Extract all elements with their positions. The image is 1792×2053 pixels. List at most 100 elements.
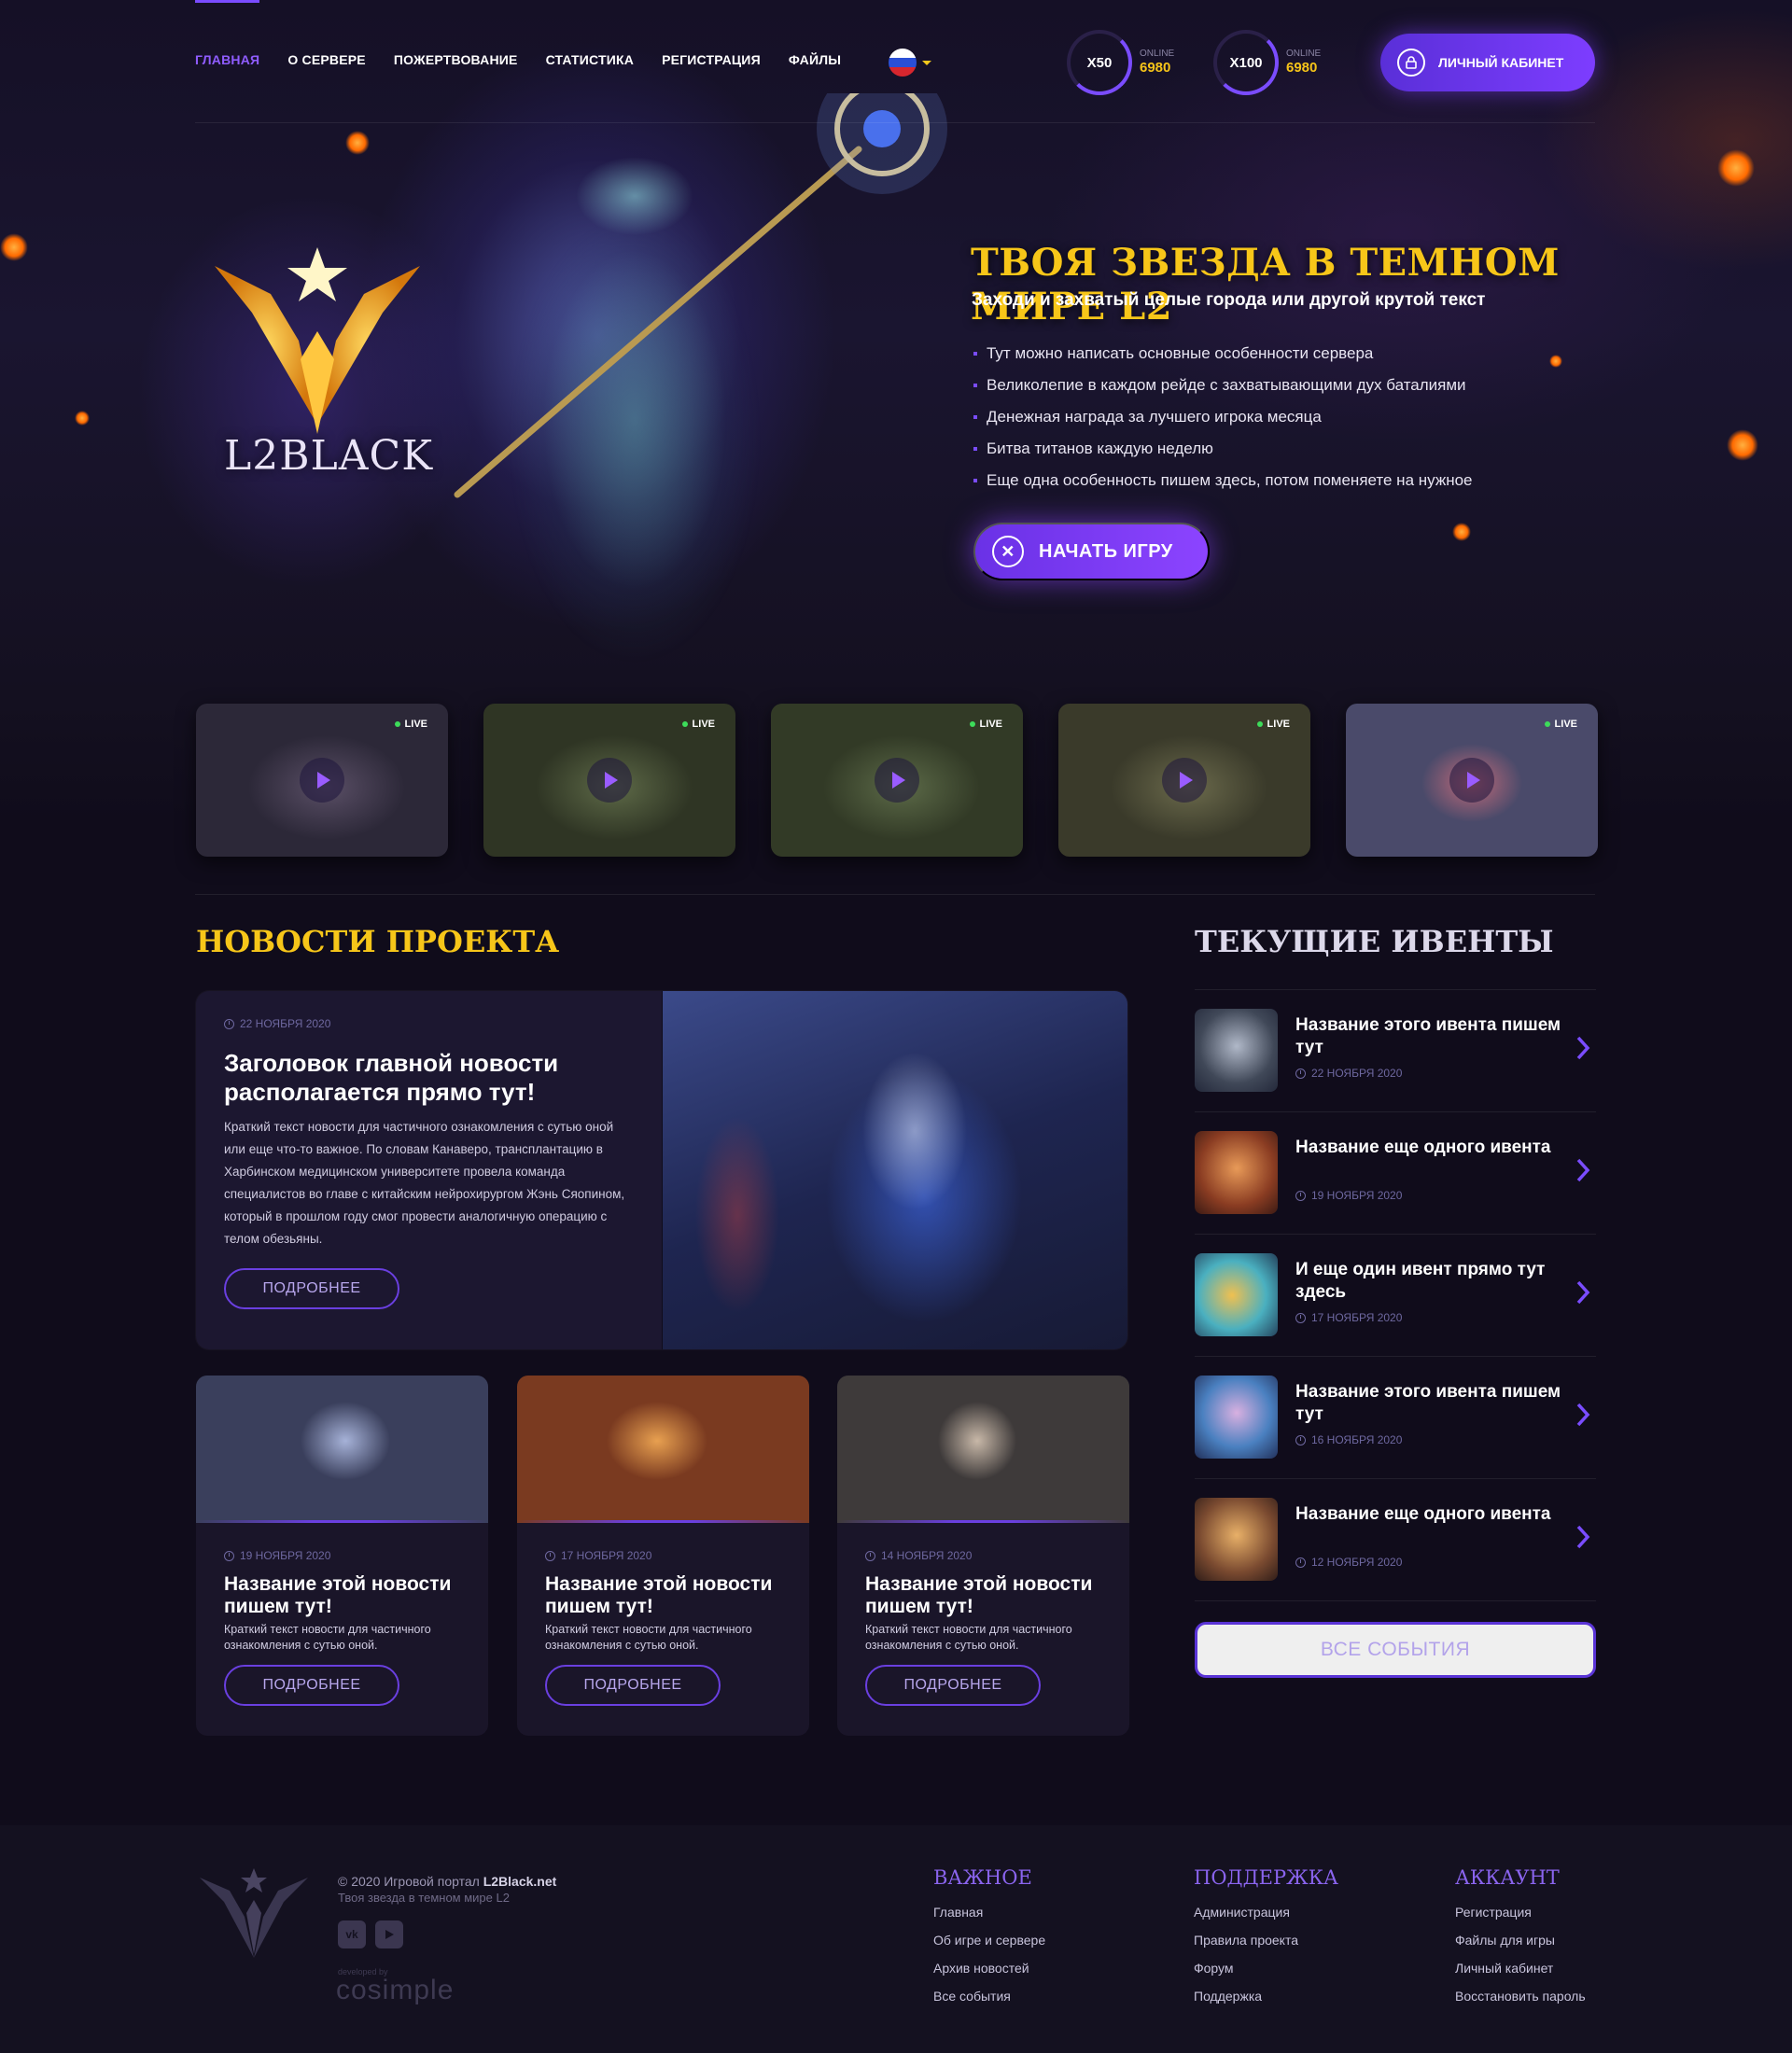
footer-link[interactable]: Администрация [1194, 1898, 1338, 1926]
live-dot-icon [394, 721, 400, 727]
ember-decoration [75, 411, 90, 426]
chevron-right-icon[interactable] [1575, 1157, 1590, 1183]
personal-cabinet-button[interactable]: ЛИЧНЫЙ КАБИНЕТ [1380, 34, 1595, 91]
event-date-text: 19 НОЯБРЯ 2020 [1311, 1189, 1403, 1202]
event-thumbnail [1195, 1253, 1278, 1336]
main-news-text: Краткий текст новости для частичного озн… [224, 1120, 625, 1246]
footer-link[interactable]: Регистрация [1455, 1898, 1586, 1926]
nav-item-home[interactable]: ГЛАВНАЯ [195, 52, 259, 67]
hero-title: ТВОЯ ЗВЕЗДА В ТЕМНОМ МИРЕ L2 [971, 241, 1560, 328]
server-online-label: ONLINE [1286, 49, 1322, 59]
play-icon[interactable] [875, 758, 919, 803]
live-dot-icon [681, 721, 688, 727]
event-thumbnail [1195, 1498, 1278, 1581]
event-title: И еще один ивент прямо тут здесь [1295, 1260, 1546, 1302]
stream-card[interactable]: LIVE [1346, 704, 1598, 857]
play-icon[interactable] [300, 758, 344, 803]
nav-divider [195, 122, 1595, 123]
news-date-text: 17 НОЯБРЯ 2020 [561, 1549, 652, 1562]
nav-item-register[interactable]: РЕГИСТРАЦИЯ [662, 52, 761, 67]
stream-card[interactable]: LIVE [771, 704, 1023, 857]
news-date-text: 19 НОЯБРЯ 2020 [240, 1549, 331, 1562]
personal-cabinet-label: ЛИЧНЫЙ КАБИНЕТ [1438, 55, 1564, 70]
news-title[interactable]: Название этой новости пишем тут! [865, 1573, 1108, 1618]
footer-logo-emblem [200, 1868, 308, 1958]
lock-icon [1397, 49, 1425, 77]
stream-card[interactable]: LIVE [1058, 704, 1310, 857]
hero-feature-item: Денежная награда за лучшего игрока месяц… [972, 403, 1473, 435]
play-icon[interactable] [1162, 758, 1207, 803]
play-icon[interactable] [587, 758, 632, 803]
start-game-button[interactable]: ✕ НАЧАТЬ ИГРУ [973, 523, 1210, 580]
footer-link[interactable]: Все события [933, 1982, 1045, 2010]
chevron-right-icon[interactable] [1575, 1035, 1590, 1061]
event-date-text: 17 НОЯБРЯ 2020 [1311, 1311, 1403, 1324]
footer-column-title: АККАУНТ [1455, 1866, 1560, 1889]
all-events-button[interactable]: ВСЕ СОБЫТИЯ [1195, 1622, 1596, 1678]
event-date: 19 НОЯБРЯ 2020 [1295, 1189, 1402, 1202]
news-image [517, 1376, 809, 1523]
live-label: LIVE [1267, 719, 1290, 730]
read-more-button[interactable]: ПОДРОБНЕЕ [545, 1665, 721, 1706]
hero-feature-item: Тут можно написать основные особенности … [972, 340, 1473, 371]
chevron-right-icon[interactable] [1575, 1524, 1590, 1550]
clock-icon [865, 1550, 875, 1561]
live-badge: LIVE [1544, 719, 1577, 730]
ember-decoration [0, 233, 28, 261]
footer-link[interactable]: Поддержка [1194, 1982, 1338, 2010]
event-item[interactable]: Название этого ивента пишем тут 16 НОЯБР… [1195, 1357, 1596, 1479]
news-date-text: 14 НОЯБРЯ 2020 [881, 1549, 973, 1562]
main-news-card: 22 НОЯБРЯ 2020 Заголовок главной новости… [196, 991, 1127, 1349]
nav-item-stats[interactable]: СТАТИСТИКА [546, 52, 635, 67]
footer-link[interactable]: Об игре и сервере [933, 1926, 1045, 1954]
footer-link[interactable]: Форум [1194, 1954, 1338, 1982]
copyright-site: L2Black.net [483, 1874, 557, 1889]
read-more-button[interactable]: ПОДРОБНЕЕ [224, 1268, 399, 1309]
footer-link[interactable]: Архив новостей [933, 1954, 1045, 1982]
language-switcher[interactable] [889, 49, 931, 77]
event-title: Название еще одного ивента [1295, 1504, 1551, 1524]
event-item[interactable]: Название еще одного ивента 12 НОЯБРЯ 202… [1195, 1479, 1596, 1601]
play-icon[interactable] [1449, 758, 1494, 803]
news-title[interactable]: Название этой новости пишем тут! [545, 1573, 788, 1618]
event-item[interactable]: И еще один ивент прямо тут здесь 17 НОЯБ… [1195, 1235, 1596, 1357]
event-date-text: 12 НОЯБРЯ 2020 [1311, 1556, 1403, 1569]
footer-link[interactable]: Главная [933, 1898, 1045, 1926]
read-more-button[interactable]: ПОДРОБНЕЕ [224, 1665, 399, 1706]
server-status-x100: X100 ONLINE 6980 [1213, 30, 1321, 95]
main-news-title[interactable]: Заголовок главной новости располагается … [224, 1049, 616, 1107]
event-item[interactable]: Название этого ивента пишем тут 22 НОЯБР… [1195, 990, 1596, 1112]
youtube-icon[interactable] [375, 1920, 403, 1948]
footer-link[interactable]: Правила проекта [1194, 1926, 1338, 1954]
section-divider [195, 894, 1595, 895]
vk-icon[interactable]: vk [338, 1920, 366, 1948]
developer-logo[interactable]: cosimple [336, 1975, 454, 2006]
news-title[interactable]: Название этой новости пишем тут! [224, 1573, 467, 1618]
start-game-label: НАЧАТЬ ИГРУ [1039, 540, 1173, 562]
staff-art [454, 93, 947, 498]
ember-decoration [1717, 149, 1755, 187]
nav-item-about[interactable]: О СЕРВЕРЕ [287, 52, 366, 67]
news-section-title: НОВОСТИ ПРОЕКТА [196, 924, 560, 959]
stream-card[interactable]: LIVE [196, 704, 448, 857]
events-section-title: ТЕКУЩИЕ ИВЕНТЫ [1195, 924, 1554, 959]
read-more-button[interactable]: ПОДРОБНЕЕ [865, 1665, 1041, 1706]
news-date-text: 22 НОЯБРЯ 2020 [240, 1017, 331, 1030]
footer-link[interactable]: Файлы для игры [1455, 1926, 1586, 1954]
event-thumbnail [1195, 1009, 1278, 1092]
chevron-right-icon[interactable] [1575, 1402, 1590, 1428]
nav-item-donate[interactable]: ПОЖЕРТВОВАНИЕ [394, 52, 518, 67]
event-item[interactable]: Название еще одного ивента 19 НОЯБРЯ 202… [1195, 1112, 1596, 1235]
nav-item-files[interactable]: ФАЙЛЫ [789, 52, 841, 67]
server-online-count: 6980 [1286, 60, 1318, 76]
event-date-text: 16 НОЯБРЯ 2020 [1311, 1433, 1403, 1446]
news-card: 14 НОЯБРЯ 2020 Название этой новости пиш… [837, 1376, 1129, 1736]
footer-link[interactable]: Восстановить пароль [1455, 1982, 1586, 2010]
hero-feature-item: Великолепие в каждом рейде с захватывающ… [972, 371, 1473, 403]
footer-link[interactable]: Личный кабинет [1455, 1954, 1586, 1982]
news-date: 22 НОЯБРЯ 2020 [224, 1017, 330, 1030]
live-badge: LIVE [969, 719, 1002, 730]
stream-card[interactable]: LIVE [483, 704, 735, 857]
chevron-right-icon[interactable] [1575, 1279, 1590, 1306]
ember-decoration [345, 131, 370, 155]
